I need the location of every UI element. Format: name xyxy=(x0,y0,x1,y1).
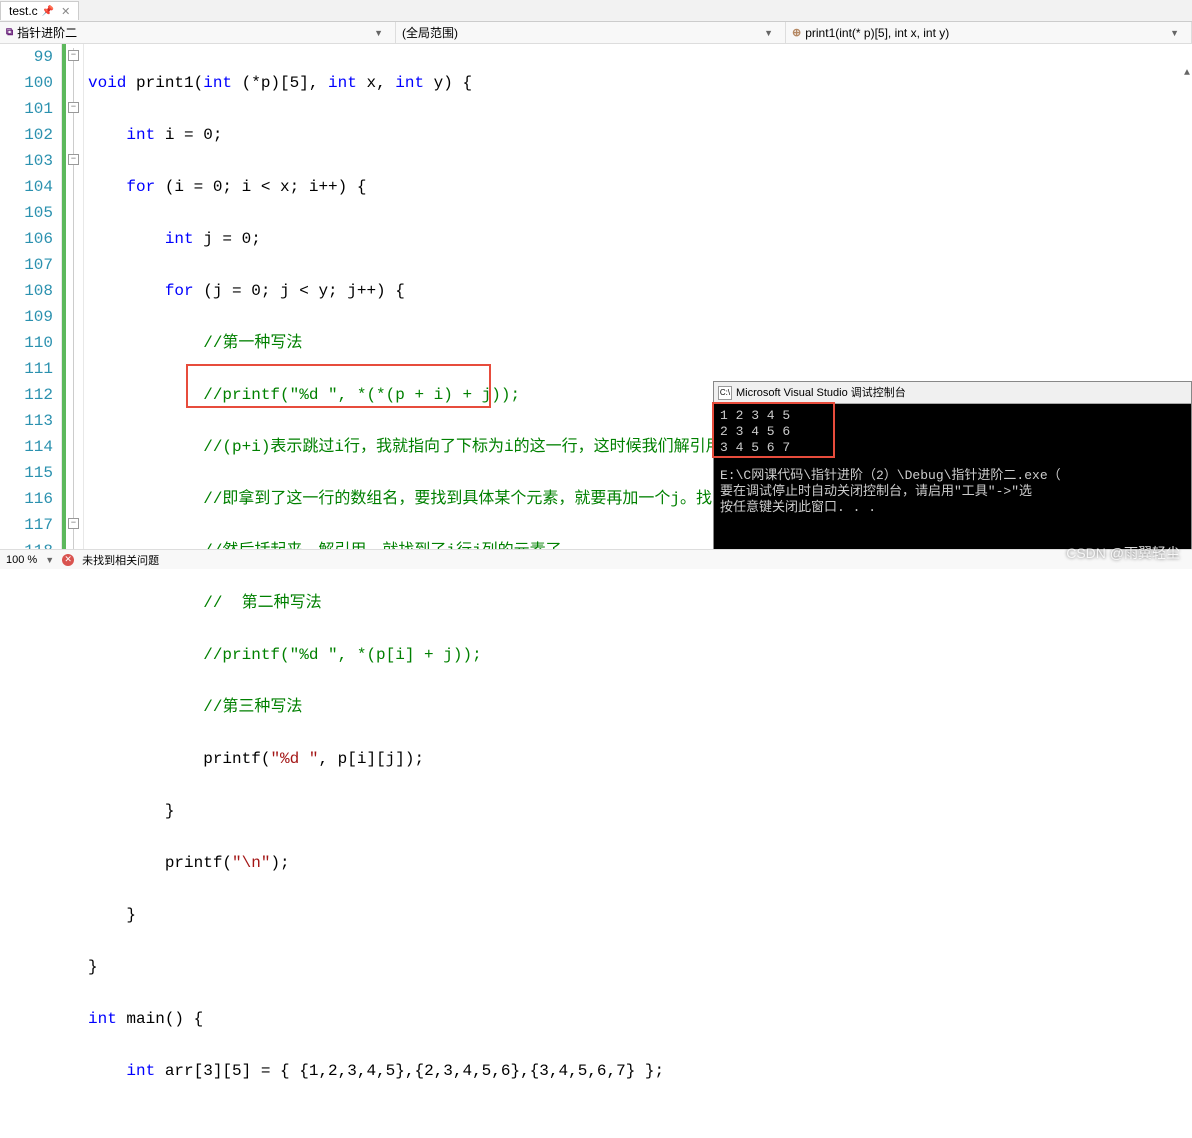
chevron-down-icon[interactable]: ▼ xyxy=(45,555,54,565)
line-number: 108 xyxy=(0,278,53,304)
console-line: 3 4 5 6 7 xyxy=(720,440,1185,456)
watermark: CSDN @雨翼轻尘 xyxy=(1066,543,1180,563)
line-number: 114 xyxy=(0,434,53,460)
close-icon[interactable]: ✕ xyxy=(61,5,70,18)
console-line: 要在调试停止时自动关闭控制台，请启用"工具"->"选 xyxy=(720,484,1185,500)
nav-project-label: 指针进阶二 xyxy=(17,24,77,41)
error-icon[interactable]: ✕ xyxy=(62,554,74,566)
line-number: 102 xyxy=(0,122,53,148)
status-bar: 100 % ▼ ✕ 未找到相关问题 xyxy=(0,549,1192,569)
cpp-icon: ⧉ xyxy=(6,27,13,38)
fold-toggle[interactable]: − xyxy=(68,50,79,61)
line-number: 116 xyxy=(0,486,53,512)
nav-scope[interactable]: (全局范围) ▼ xyxy=(396,22,786,43)
fold-toggle[interactable]: − xyxy=(68,518,79,529)
line-number: 112 xyxy=(0,382,53,408)
line-number: 106 xyxy=(0,226,53,252)
line-number: 109 xyxy=(0,304,53,330)
console-line: 2 3 4 5 6 xyxy=(720,424,1185,440)
line-number: 107 xyxy=(0,252,53,278)
line-number: 100 xyxy=(0,70,53,96)
fold-column: − − − − xyxy=(66,44,84,564)
chevron-down-icon: ▼ xyxy=(1170,28,1185,38)
console-line: E:\C网课代码\指针进阶（2）\Debug\指针进阶二.exe（ xyxy=(720,468,1185,484)
console-line: 1 2 3 4 5 xyxy=(720,408,1185,424)
file-tab[interactable]: test.c 📌 ✕ xyxy=(0,1,79,20)
line-number: 99 xyxy=(0,44,53,70)
line-gutter: 99 100 101 102 103 104 105 106 107 108 1… xyxy=(0,44,62,564)
console-body[interactable]: 1 2 3 4 5 2 3 4 5 6 3 4 5 6 7 E:\C网课代码\指… xyxy=(714,404,1191,520)
nav-scope-label: (全局范围) xyxy=(402,24,458,41)
console-title-text: Microsoft Visual Studio 调试控制台 xyxy=(736,385,906,401)
nav-function-label: print1(int(* p)[5], int x, int y) xyxy=(805,26,949,40)
nav-bar: ⧉ 指针进阶二 ▼ (全局范围) ▼ ⊕ print1(int(* p)[5],… xyxy=(0,22,1192,44)
function-icon: ⊕ xyxy=(792,26,801,39)
line-number: 104 xyxy=(0,174,53,200)
nav-project[interactable]: ⧉ 指针进阶二 ▼ xyxy=(0,22,396,43)
error-message: 未找到相关问题 xyxy=(82,552,159,568)
line-number: 111 xyxy=(0,356,53,382)
line-number: 113 xyxy=(0,408,53,434)
chevron-down-icon: ▼ xyxy=(764,28,779,38)
line-number: 110 xyxy=(0,330,53,356)
console-line: 按任意键关闭此窗口. . . xyxy=(720,500,1185,516)
line-number: 117 xyxy=(0,512,53,538)
console-window: C:\ Microsoft Visual Studio 调试控制台 1 2 3 … xyxy=(713,381,1192,555)
line-number: 101 xyxy=(0,96,53,122)
console-icon: C:\ xyxy=(718,386,732,400)
console-titlebar[interactable]: C:\ Microsoft Visual Studio 调试控制台 xyxy=(714,382,1191,404)
zoom-level[interactable]: 100 % xyxy=(6,554,37,566)
fold-toggle[interactable]: − xyxy=(68,102,79,113)
tab-bar: test.c 📌 ✕ xyxy=(0,0,1192,22)
line-number: 103 xyxy=(0,148,53,174)
scroll-up-icon[interactable]: ▲ xyxy=(1184,68,1190,79)
line-number: 105 xyxy=(0,200,53,226)
line-number: 115 xyxy=(0,460,53,486)
fold-toggle[interactable]: − xyxy=(68,154,79,165)
chevron-down-icon: ▼ xyxy=(374,28,389,38)
pin-icon[interactable]: 📌 xyxy=(42,6,54,17)
tab-filename: test.c xyxy=(9,4,38,18)
nav-function[interactable]: ⊕ print1(int(* p)[5], int x, int y) ▼ xyxy=(786,22,1192,43)
